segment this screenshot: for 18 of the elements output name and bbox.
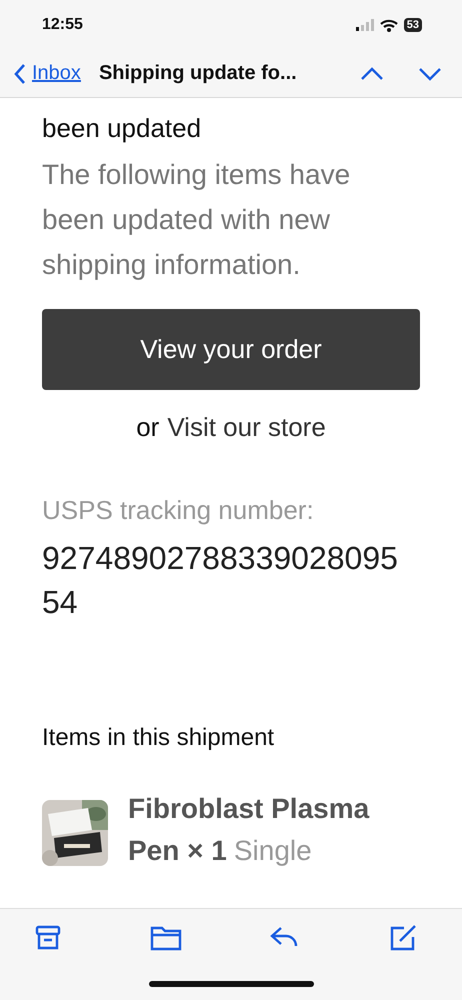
chevron-left-icon[interactable] [14, 62, 26, 84]
battery-level: 53 [404, 18, 422, 32]
chevron-down-icon[interactable] [418, 66, 442, 80]
intro-text: The following items have been updated with new shipping information. [42, 158, 352, 282]
view-order-button[interactable]: View your order [42, 309, 420, 390]
or-text: or [136, 412, 160, 443]
status-time: 12:55 [42, 16, 84, 34]
store-link[interactable]: Visit our store [167, 412, 326, 443]
back-button[interactable]: Inbox [14, 62, 81, 85]
signal-icon [356, 19, 374, 31]
email-heading: been updated [42, 112, 202, 145]
chevron-up-icon[interactable] [360, 66, 384, 80]
email-subject: Shipping update fo... [98, 62, 298, 85]
wifi-icon [380, 18, 398, 32]
product-name: Fibroblast Plasma Pen × 1 Single [128, 792, 370, 868]
tracking-number: 9274890278833902809554 [42, 539, 399, 622]
tracking-label: USPS tracking number: [42, 495, 315, 526]
items-heading: Items in this shipment [42, 724, 276, 752]
